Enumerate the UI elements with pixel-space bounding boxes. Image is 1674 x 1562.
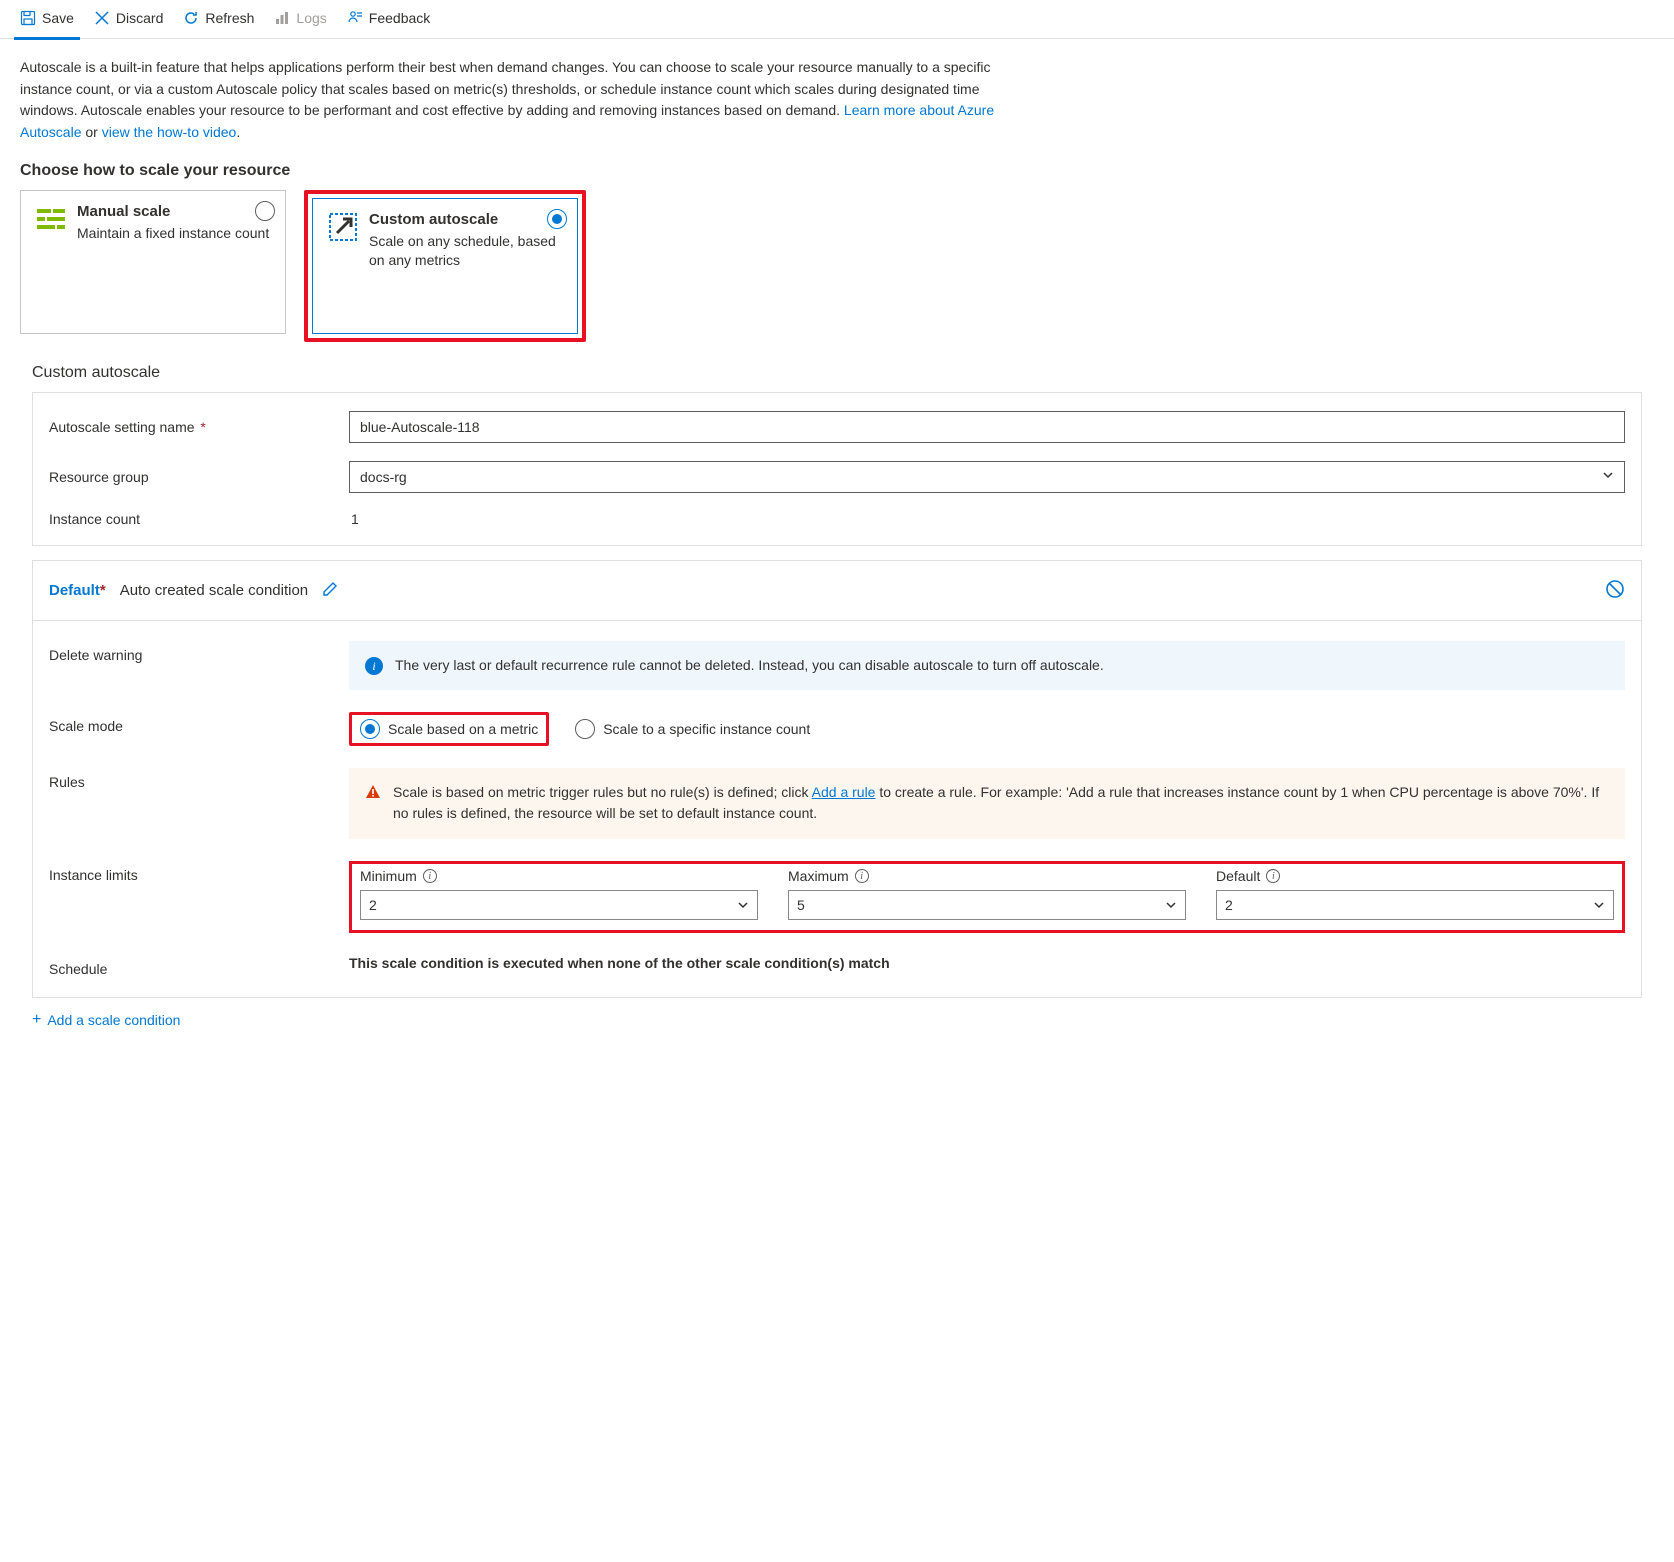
- resource-group-value: docs-rg: [360, 469, 407, 485]
- manual-scale-radio[interactable]: [255, 201, 275, 221]
- default-select[interactable]: 2: [1216, 890, 1614, 920]
- condition-name: Default*: [49, 582, 106, 599]
- condition-subtitle: Auto created scale condition: [120, 582, 308, 599]
- feedback-label: Feedback: [369, 10, 430, 26]
- minimum-value: 2: [369, 897, 377, 913]
- info-icon[interactable]: i: [855, 869, 869, 883]
- edit-condition-button[interactable]: [322, 581, 338, 600]
- setting-name-label: Autoscale setting name *: [49, 419, 349, 435]
- toolbar: Save Discard Refresh Logs Feedback: [0, 0, 1674, 39]
- chevron-down-icon: [737, 899, 749, 911]
- chevron-down-icon: [1602, 469, 1614, 484]
- howto-video-link[interactable]: view the how-to video: [102, 124, 237, 140]
- manual-scale-card[interactable]: Manual scale Maintain a fixed instance c…: [20, 190, 286, 334]
- rules-warning-text: Scale is based on metric trigger rules b…: [393, 782, 1609, 825]
- save-icon: [20, 10, 36, 26]
- maximum-label: Maximum i: [788, 868, 1186, 884]
- intro-dot: .: [236, 124, 240, 140]
- feedback-icon: [347, 10, 363, 26]
- logs-button[interactable]: Logs: [274, 10, 326, 26]
- chevron-down-icon: [1165, 899, 1177, 911]
- scale-mode-count-radio[interactable]: Scale to a specific instance count: [575, 719, 810, 739]
- custom-autoscale-title: Custom autoscale: [369, 211, 563, 228]
- manual-scale-title: Manual scale: [77, 203, 271, 220]
- scale-condition-panel: Default* Auto created scale condition De…: [32, 560, 1642, 998]
- chevron-down-icon: [1593, 899, 1605, 911]
- resource-group-select[interactable]: docs-rg: [349, 461, 1625, 493]
- intro-text: Autoscale is a built-in feature that hel…: [20, 57, 1040, 144]
- instance-limits-highlight: Minimum i 2 Maximum i: [349, 861, 1625, 933]
- warning-icon: [365, 784, 381, 825]
- custom-autoscale-desc: Scale on any schedule, based on any metr…: [369, 232, 563, 271]
- setting-name-input[interactable]: [349, 411, 1625, 443]
- radio-off-icon: [575, 719, 595, 739]
- refresh-icon: [183, 10, 199, 26]
- info-icon[interactable]: i: [423, 869, 437, 883]
- discard-label: Discard: [116, 10, 163, 26]
- choose-scale-title: Choose how to scale your resource: [20, 162, 1654, 180]
- rules-warning-box: Scale is based on metric trigger rules b…: [349, 768, 1625, 839]
- logs-icon: [274, 10, 290, 26]
- delete-warning-label: Delete warning: [49, 641, 349, 690]
- instance-count-value: 1: [349, 511, 359, 527]
- delete-warning-text: The very last or default recurrence rule…: [395, 655, 1104, 676]
- default-value: 2: [1225, 897, 1233, 913]
- scale-mode-metric-label: Scale based on a metric: [388, 721, 538, 737]
- refresh-label: Refresh: [205, 10, 254, 26]
- minimum-select[interactable]: 2: [360, 890, 758, 920]
- close-icon: [94, 10, 110, 26]
- logs-label: Logs: [296, 10, 326, 26]
- custom-autoscale-highlight: Custom autoscale Scale on any schedule, …: [304, 190, 586, 342]
- delete-warning-box: i The very last or default recurrence ru…: [349, 641, 1625, 690]
- info-icon[interactable]: i: [1266, 869, 1280, 883]
- custom-autoscale-section-title: Custom autoscale: [32, 364, 1654, 382]
- feedback-button[interactable]: Feedback: [347, 10, 430, 26]
- add-rule-link[interactable]: Add a rule: [812, 784, 876, 800]
- instance-limits-label: Instance limits: [49, 861, 349, 933]
- disable-condition-button[interactable]: [1605, 579, 1625, 602]
- instance-count-label: Instance count: [49, 511, 349, 527]
- rules-label: Rules: [49, 768, 349, 839]
- condition-header: Default* Auto created scale condition: [33, 561, 1641, 621]
- minimum-label: Minimum i: [360, 868, 758, 884]
- resource-group-label: Resource group: [49, 469, 349, 485]
- plus-icon: +: [32, 1012, 41, 1028]
- scale-mode-metric-radio[interactable]: Scale based on a metric: [360, 719, 538, 739]
- schedule-label: Schedule: [49, 955, 349, 977]
- maximum-value: 5: [797, 897, 805, 913]
- default-label: Default i: [1216, 868, 1614, 884]
- schedule-text: This scale condition is executed when no…: [349, 955, 1625, 971]
- custom-autoscale-icon: [327, 211, 359, 243]
- manual-scale-icon: [35, 203, 67, 235]
- scale-mode-count-label: Scale to a specific instance count: [603, 721, 810, 737]
- scale-options: Manual scale Maintain a fixed instance c…: [20, 190, 1654, 342]
- intro-or: or: [85, 124, 101, 140]
- radio-on-icon: [360, 719, 380, 739]
- autoscale-settings-panel: Autoscale setting name * Resource group …: [32, 392, 1642, 546]
- save-label: Save: [42, 10, 74, 26]
- save-button[interactable]: Save: [20, 10, 74, 26]
- scale-mode-label: Scale mode: [49, 712, 349, 746]
- maximum-select[interactable]: 5: [788, 890, 1186, 920]
- discard-button[interactable]: Discard: [94, 10, 163, 26]
- custom-autoscale-radio[interactable]: [547, 209, 567, 229]
- info-icon: i: [365, 657, 383, 675]
- add-scale-condition-link[interactable]: + Add a scale condition: [32, 1012, 1654, 1028]
- add-scale-condition-label: Add a scale condition: [47, 1012, 180, 1028]
- custom-autoscale-card[interactable]: Custom autoscale Scale on any schedule, …: [312, 198, 578, 334]
- scale-mode-metric-highlight: Scale based on a metric: [349, 712, 549, 746]
- manual-scale-desc: Maintain a fixed instance count: [77, 224, 271, 244]
- refresh-button[interactable]: Refresh: [183, 10, 254, 26]
